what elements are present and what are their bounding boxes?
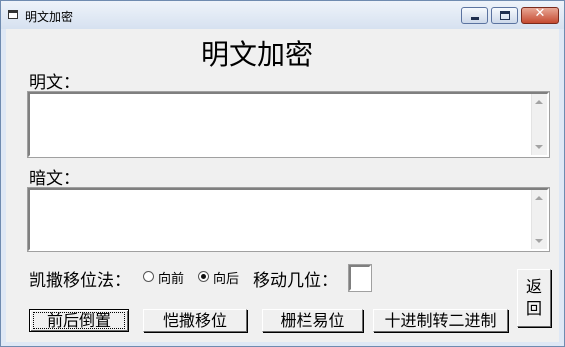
plaintext-scrollbar[interactable] bbox=[531, 94, 547, 155]
scroll-up-arrow-icon[interactable] bbox=[535, 196, 543, 200]
close-button[interactable]: ✕ bbox=[521, 6, 559, 24]
focus-indicator bbox=[33, 312, 125, 329]
shift-count-label: 移动几位： bbox=[253, 271, 338, 291]
caesar-label: 凯撒移位法： bbox=[29, 271, 131, 291]
maximize-button[interactable] bbox=[491, 7, 518, 24]
form-body: 明文加密 明文： 暗文： 凯撒移位法： 向前 向后 移动几位： 前后倒置 恺撒移… bbox=[6, 29, 559, 342]
title-bar[interactable]: 明文加密 ✕ bbox=[1, 1, 564, 29]
plaintext-label: 明文： bbox=[29, 73, 80, 93]
return-button-label-line2: 回 bbox=[525, 299, 542, 318]
direction-forward-radio[interactable] bbox=[143, 271, 154, 282]
direction-forward-label[interactable]: 向前 bbox=[158, 268, 184, 287]
scroll-down-arrow-icon[interactable] bbox=[535, 239, 543, 243]
shift-count-input[interactable] bbox=[348, 264, 372, 292]
scroll-down-arrow-icon[interactable] bbox=[535, 145, 543, 149]
close-icon: ✕ bbox=[534, 6, 546, 21]
dec-to-bin-button[interactable]: 十进制转二进制 bbox=[373, 309, 508, 332]
reverse-button[interactable]: 前后倒置 bbox=[29, 309, 129, 332]
return-button[interactable]: 返 回 bbox=[517, 269, 551, 327]
direction-backward-radio[interactable] bbox=[198, 271, 209, 282]
ciphertext-textarea[interactable] bbox=[27, 187, 550, 252]
return-button-label-line1: 返 bbox=[525, 277, 542, 296]
rail-fence-button-label: 栅栏易位 bbox=[280, 311, 345, 330]
minimize-button[interactable] bbox=[461, 7, 488, 24]
caesar-shift-button[interactable]: 恺撒移位 bbox=[143, 309, 247, 332]
dec-to-bin-button-label: 十进制转二进制 bbox=[384, 311, 497, 330]
app-window-icon[interactable] bbox=[8, 10, 18, 19]
scroll-up-arrow-icon[interactable] bbox=[535, 100, 543, 104]
direction-backward-label[interactable]: 向后 bbox=[213, 268, 239, 287]
page-title: 明文加密 bbox=[201, 38, 314, 71]
minimize-icon bbox=[471, 17, 479, 20]
plaintext-textarea[interactable] bbox=[27, 91, 550, 158]
ciphertext-scrollbar[interactable] bbox=[531, 190, 547, 249]
window-title: 明文加密 bbox=[25, 10, 74, 24]
app-window: 明文加密 ✕ 明文加密 明文： 暗文： 凯撒移位法： 向前 向后 移动几位： 前… bbox=[0, 0, 565, 347]
caesar-shift-button-label: 恺撒移位 bbox=[162, 311, 227, 330]
rail-fence-button[interactable]: 栅栏易位 bbox=[262, 309, 363, 332]
maximize-icon bbox=[500, 11, 510, 20]
ciphertext-label: 暗文： bbox=[29, 169, 80, 189]
